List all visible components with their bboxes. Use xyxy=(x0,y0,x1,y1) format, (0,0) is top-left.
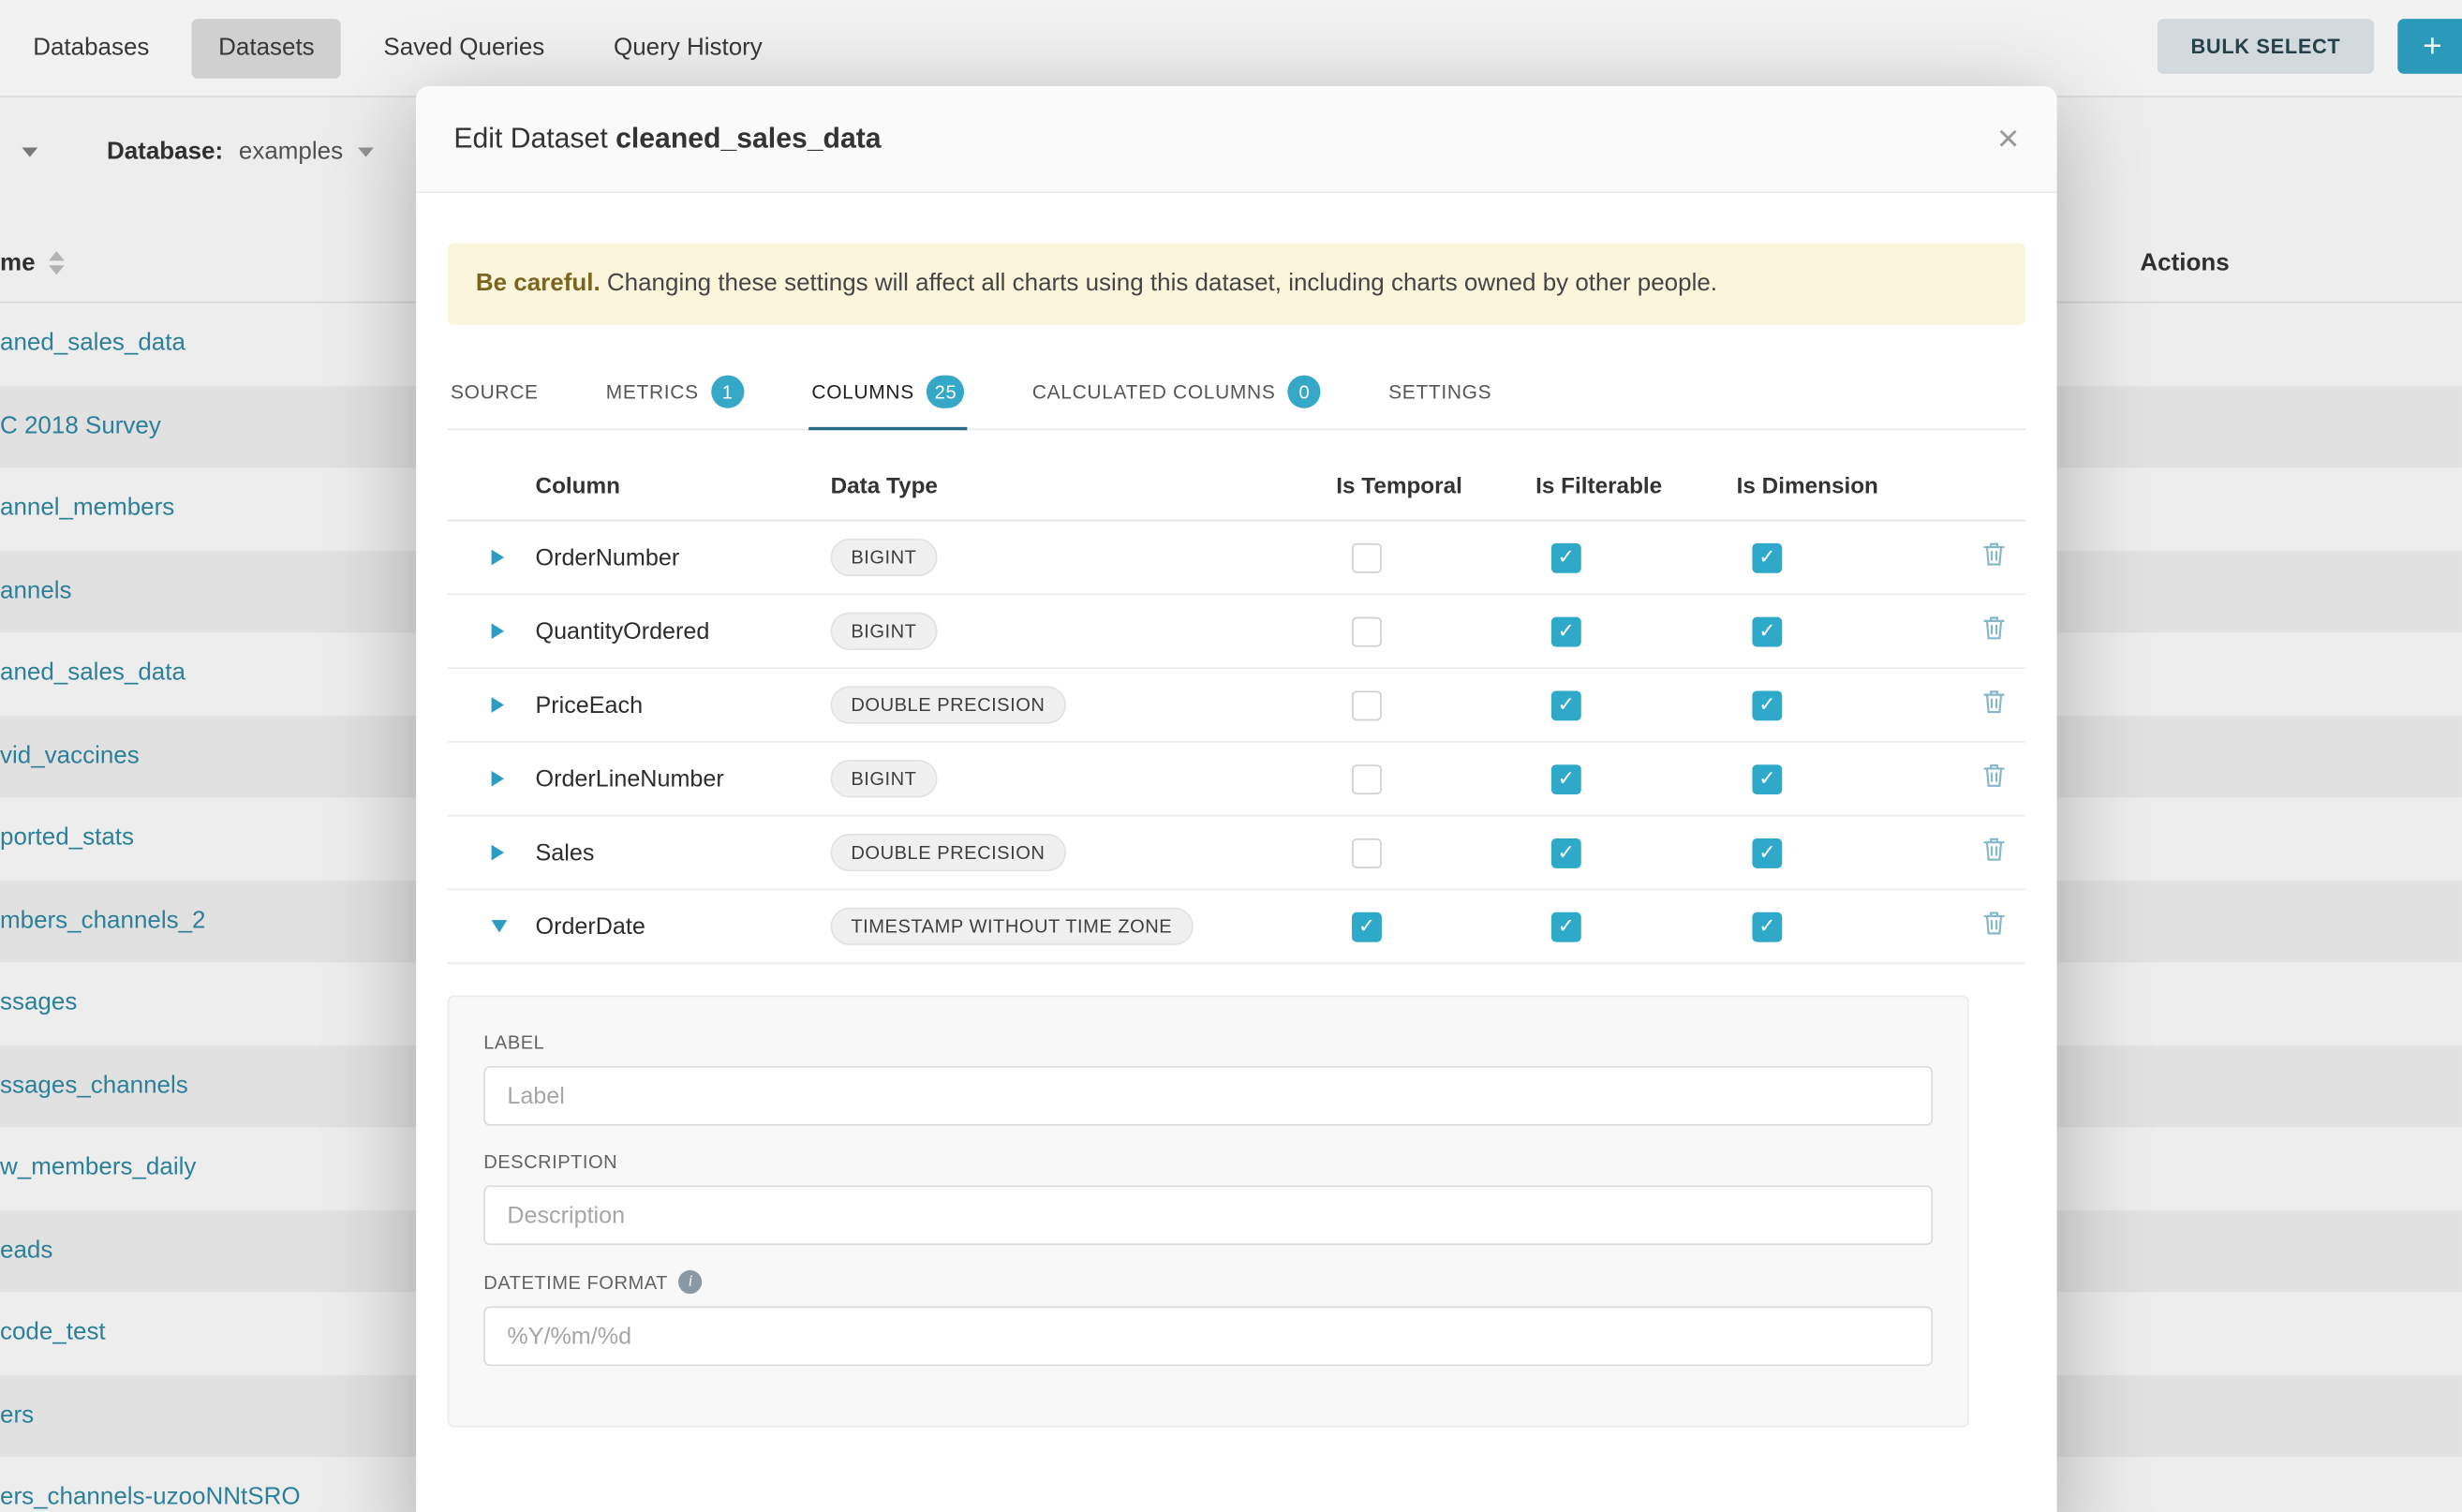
is-dimension-checkbox[interactable]: ✓ xyxy=(1752,542,1782,572)
delete-column-icon[interactable] xyxy=(1983,911,2005,942)
tab-columns[interactable]: COLUMNS 25 xyxy=(808,353,968,430)
label-field-label-text: LABEL xyxy=(483,1031,544,1053)
column-row: PriceEach DOUBLE PRECISION ✓ ✓ xyxy=(448,669,2025,743)
data-type-pill: DOUBLE PRECISION xyxy=(831,686,1066,723)
tab-label: SETTINGS xyxy=(1388,380,1491,402)
is-dimension-checkbox[interactable]: ✓ xyxy=(1752,912,1782,941)
label-field-group: LABEL xyxy=(483,1031,1933,1126)
data-type-pill: BIGINT xyxy=(831,613,938,650)
delete-column-icon[interactable] xyxy=(1983,689,2005,721)
is-dimension-header: Is Dimension xyxy=(1737,473,1925,498)
expand-caret-icon[interactable] xyxy=(492,771,504,787)
tab-count-badge: 1 xyxy=(711,376,744,408)
column-detail-panel: LABEL DESCRIPTION DATETIME FORMAT i xyxy=(448,996,1969,1428)
delete-column-icon[interactable] xyxy=(1983,615,2005,647)
label-field-label: LABEL xyxy=(483,1031,1933,1053)
is-temporal-checkbox[interactable] xyxy=(1352,690,1382,720)
modal-title: Edit Dataset cleaned_sales_data xyxy=(453,123,881,156)
is-dimension-checkbox[interactable]: ✓ xyxy=(1752,690,1782,720)
tab-count-badge: 0 xyxy=(1288,376,1321,408)
warning-bold-text: Be careful. xyxy=(476,270,601,296)
tab-source[interactable]: SOURCE xyxy=(448,353,541,430)
expand-caret-icon[interactable] xyxy=(492,550,504,566)
is-filterable-checkbox[interactable]: ✓ xyxy=(1551,838,1581,867)
description-input[interactable] xyxy=(483,1185,1933,1245)
tab-settings[interactable]: SETTINGS xyxy=(1386,353,1495,430)
columns-table-header: Column Data Type Is Temporal Is Filterab… xyxy=(448,452,2025,522)
column-row: QuantityOrdered BIGINT ✓ ✓ xyxy=(448,595,2025,669)
column-header: Column xyxy=(536,473,831,498)
is-dimension-checkbox[interactable]: ✓ xyxy=(1752,763,1782,793)
is-temporal-checkbox[interactable]: ✓ xyxy=(1352,912,1382,941)
info-icon[interactable]: i xyxy=(679,1270,703,1294)
warning-text: Changing these settings will affect all … xyxy=(601,270,1717,296)
delete-column-icon[interactable] xyxy=(1983,763,2005,795)
datetime-format-label-text: DATETIME FORMAT xyxy=(483,1271,668,1293)
close-icon[interactable]: × xyxy=(1997,120,2019,157)
is-temporal-header: Is Temporal xyxy=(1336,473,1535,498)
is-temporal-checkbox[interactable] xyxy=(1352,616,1382,646)
data-type-pill: DOUBLE PRECISION xyxy=(831,834,1066,871)
is-temporal-checkbox[interactable] xyxy=(1352,763,1382,793)
expand-caret-icon[interactable] xyxy=(492,845,504,861)
columns-table: Column Data Type Is Temporal Is Filterab… xyxy=(448,452,2025,964)
app-root: Databases Datasets Saved Queries Query H… xyxy=(0,0,2462,1512)
delete-column-icon[interactable] xyxy=(1983,837,2005,868)
tab-metrics[interactable]: METRICS 1 xyxy=(602,353,747,430)
column-row: OrderDate TIMESTAMP WITHOUT TIME ZONE ✓ … xyxy=(448,890,2025,964)
is-filterable-checkbox[interactable]: ✓ xyxy=(1551,542,1581,572)
is-filterable-header: Is Filterable xyxy=(1535,473,1737,498)
data-type-pill: BIGINT xyxy=(831,760,938,797)
is-filterable-checkbox[interactable]: ✓ xyxy=(1551,912,1581,941)
tab-label: METRICS xyxy=(606,380,699,402)
column-name: PriceEach xyxy=(536,691,831,718)
warning-banner: Be careful. Changing these settings will… xyxy=(448,244,2025,325)
column-row: Sales DOUBLE PRECISION ✓ ✓ xyxy=(448,817,2025,891)
expand-caret-icon[interactable] xyxy=(492,623,504,639)
data-type-pill: TIMESTAMP WITHOUT TIME ZONE xyxy=(831,908,1193,945)
tab-count-badge: 25 xyxy=(927,376,964,408)
column-row: OrderNumber BIGINT ✓ ✓ xyxy=(448,521,2025,595)
tab-label: SOURCE xyxy=(451,380,539,402)
expand-caret-icon[interactable] xyxy=(492,697,504,713)
data-type-header: Data Type xyxy=(831,473,1337,498)
tab-calculated-columns[interactable]: CALCULATED COLUMNS 0 xyxy=(1029,353,1324,430)
datetime-format-field-label: DATETIME FORMAT i xyxy=(483,1270,1933,1294)
is-dimension-checkbox[interactable]: ✓ xyxy=(1752,838,1782,867)
column-name: OrderLineNumber xyxy=(536,765,831,792)
collapse-caret-icon[interactable] xyxy=(492,920,508,932)
is-temporal-checkbox[interactable] xyxy=(1352,838,1382,867)
delete-column-icon[interactable] xyxy=(1983,541,2005,573)
column-row: OrderLineNumber BIGINT ✓ ✓ xyxy=(448,743,2025,817)
tab-label: COLUMNS xyxy=(811,380,913,402)
label-input[interactable] xyxy=(483,1066,1933,1126)
column-name: Sales xyxy=(536,839,831,866)
datetime-format-input[interactable] xyxy=(483,1306,1933,1366)
modal-title-dataset-name: cleaned_sales_data xyxy=(616,123,881,155)
edit-dataset-modal: Edit Dataset cleaned_sales_data × Be car… xyxy=(416,86,2056,1512)
modal-tabs: SOURCE METRICS 1 COLUMNS 25 CALCULATED C… xyxy=(448,353,2025,430)
description-field-label: DESCRIPTION xyxy=(483,1151,1933,1173)
tab-label: CALCULATED COLUMNS xyxy=(1032,380,1276,402)
is-filterable-checkbox[interactable]: ✓ xyxy=(1551,616,1581,646)
description-field-group: DESCRIPTION xyxy=(483,1151,1933,1246)
column-name: QuantityOrdered xyxy=(536,618,831,645)
modal-header: Edit Dataset cleaned_sales_data × xyxy=(416,86,2056,193)
modal-body: Be careful. Changing these settings will… xyxy=(416,244,2056,1428)
is-temporal-checkbox[interactable] xyxy=(1352,542,1382,572)
datetime-format-field-group: DATETIME FORMAT i xyxy=(483,1270,1933,1366)
is-dimension-checkbox[interactable]: ✓ xyxy=(1752,616,1782,646)
modal-title-prefix: Edit Dataset xyxy=(453,123,607,155)
description-field-label-text: DESCRIPTION xyxy=(483,1151,617,1173)
column-name: OrderNumber xyxy=(536,544,831,571)
is-filterable-checkbox[interactable]: ✓ xyxy=(1551,690,1581,720)
data-type-pill: BIGINT xyxy=(831,539,938,576)
column-name: OrderDate xyxy=(536,913,831,940)
is-filterable-checkbox[interactable]: ✓ xyxy=(1551,763,1581,793)
